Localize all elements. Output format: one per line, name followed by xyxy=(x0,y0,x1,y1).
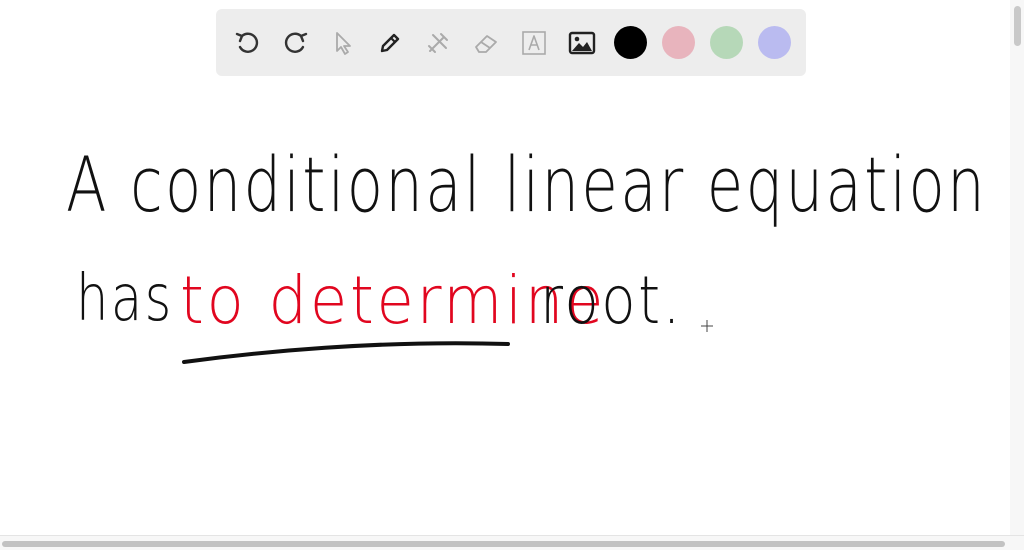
insert-image-button[interactable] xyxy=(564,25,600,61)
select-tool-button[interactable] xyxy=(325,25,361,61)
horizontal-scrollbar-thumb[interactable] xyxy=(2,541,1005,547)
eraser-tool-button[interactable] xyxy=(468,25,504,61)
handwritten-word-has: has xyxy=(76,262,174,336)
eraser-icon xyxy=(475,35,497,53)
color-swatch-lavender[interactable] xyxy=(758,26,791,59)
tools-icon xyxy=(428,33,448,53)
redo-button[interactable] xyxy=(277,25,313,61)
undo-icon xyxy=(235,32,259,53)
drawing-toolbar xyxy=(216,9,806,76)
vertical-scrollbar-thumb[interactable] xyxy=(1014,6,1021,46)
color-swatch-green[interactable] xyxy=(710,26,743,59)
tools-button[interactable] xyxy=(420,25,456,61)
handwritten-underline xyxy=(182,341,510,364)
redo-icon xyxy=(284,32,308,53)
horizontal-scrollbar[interactable] xyxy=(0,535,1024,550)
vertical-scrollbar[interactable] xyxy=(1010,0,1024,536)
handwritten-line-1: A conditional linear equation xyxy=(66,140,988,229)
undo-button[interactable] xyxy=(230,25,266,61)
handwritten-word-root: root. xyxy=(540,262,684,339)
crosshair-cursor-icon xyxy=(701,320,713,332)
color-swatch-pink[interactable] xyxy=(662,26,695,59)
pen-tool-button[interactable] xyxy=(372,25,408,61)
text-icon xyxy=(522,31,546,55)
text-tool-button[interactable] xyxy=(516,25,552,61)
whiteboard-canvas[interactable]: A conditional linear equation has to det… xyxy=(0,0,1024,550)
pen-icon xyxy=(380,33,400,53)
image-icon xyxy=(568,31,596,55)
select-pointer-icon xyxy=(336,32,351,55)
color-swatch-black[interactable] xyxy=(614,26,647,59)
